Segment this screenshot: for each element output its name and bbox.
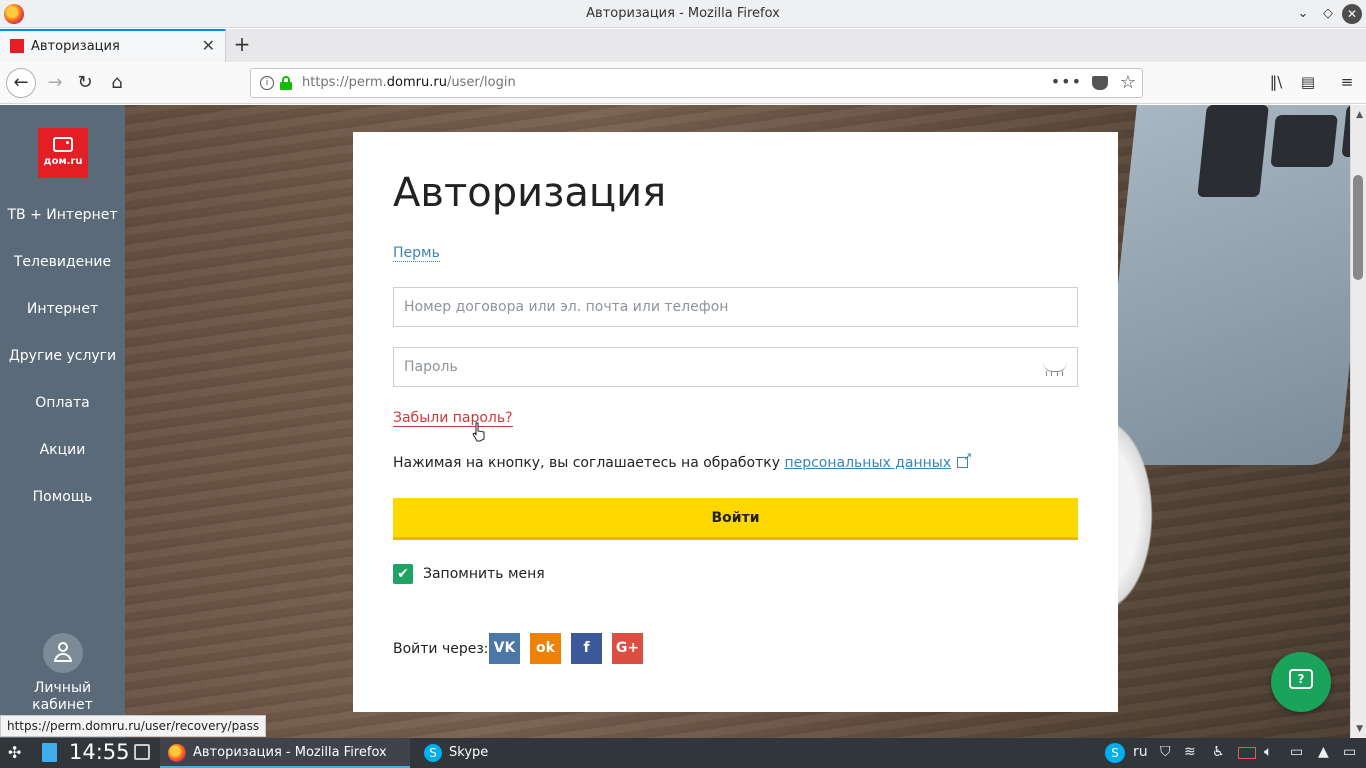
scroll-down-icon[interactable]: ▼ (1356, 724, 1363, 734)
site-sidebar: дом.ru ТВ + Интернет Телевидение Интерне… (0, 105, 125, 738)
sidebar-item-internet[interactable]: Интернет (0, 301, 125, 317)
maximize-icon[interactable]: ◇ (1318, 4, 1338, 24)
odnoklassniki-login-icon[interactable]: ok (530, 633, 561, 664)
url-bar[interactable]: i https://perm.domru.ru/user/login ••• ☆ (250, 68, 1143, 98)
city-selector[interactable]: Пермь (393, 245, 440, 262)
task-firefox[interactable]: Авторизация - Mozilla Firefox (160, 738, 410, 768)
secure-lock-icon[interactable] (280, 76, 292, 90)
hand-cursor-icon (472, 422, 485, 442)
personal-account-link[interactable]: Личный кабинет (0, 680, 125, 714)
file-manager-icon[interactable] (42, 743, 57, 762)
accessibility-icon[interactable]: ♿ (1212, 744, 1225, 760)
minimize-icon[interactable]: ⌄ (1293, 4, 1313, 24)
skype-task-icon: S (424, 744, 442, 762)
page-viewport: дом.ru ТВ + Интернет Телевидение Интерне… (0, 105, 1366, 738)
external-link-icon (957, 450, 972, 468)
sidebar-toggle-icon[interactable]: ▤ (1298, 73, 1318, 93)
remember-me-checkbox[interactable]: ✔ (393, 564, 413, 584)
tab-authorization[interactable]: Авторизация ✕ (0, 29, 226, 62)
wifi-icon[interactable]: ≋ (1184, 744, 1196, 760)
task-skype[interactable]: S Skype (416, 738, 536, 768)
consent-text: Нажимая на кнопку, вы соглашаетесь на об… (393, 450, 972, 471)
sidebar-item-payment[interactable]: Оплата (0, 395, 125, 411)
personal-data-link[interactable]: персональных данных (784, 455, 951, 471)
sidebar-item-promotions[interactable]: Акции (0, 442, 125, 458)
close-window-button[interactable]: ✕ (1342, 4, 1362, 24)
chat-question-icon: ? (1289, 669, 1313, 689)
pager-icon[interactable] (134, 744, 150, 760)
status-link-preview: https://perm.domru.ru/user/recovery/pass (0, 715, 267, 737)
page-actions-icon[interactable]: ••• (1051, 72, 1082, 91)
login-submit-button[interactable]: Войти (393, 498, 1078, 540)
volume-icon[interactable]: 🔈︎ (1264, 744, 1272, 760)
show-desktop-icon[interactable]: ▭ (1343, 744, 1356, 760)
chat-support-button[interactable]: ? (1271, 652, 1331, 712)
tab-bar: Авторизация ✕ + (0, 29, 1366, 62)
page-title: Авторизация (393, 170, 667, 216)
sidebar-item-other-services[interactable]: Другие услуги (0, 348, 125, 364)
keyboard-layout-indicator[interactable]: ru (1133, 744, 1148, 760)
new-tab-button[interactable]: + (232, 32, 252, 56)
screen-recorder-icon[interactable] (1238, 747, 1256, 759)
forward-button[interactable]: → (40, 68, 70, 98)
remember-me-label[interactable]: Запомнить меня (423, 566, 545, 582)
sidebar-item-help[interactable]: Помощь (0, 489, 125, 505)
forgot-password-link[interactable]: Забыли пароль? (393, 410, 513, 427)
skype-tray-icon[interactable]: S (1105, 743, 1125, 763)
window-titlebar: Авторизация - Mozilla Firefox ⌄ ◇ ✕ (0, 0, 1366, 28)
bookmark-star-icon[interactable]: ☆ (1120, 72, 1136, 93)
sidebar-item-television[interactable]: Телевидение (0, 254, 125, 270)
hamburger-menu-icon[interactable]: ≡ (1337, 73, 1357, 93)
facebook-login-icon[interactable]: f (571, 633, 602, 664)
password-field[interactable] (393, 347, 1078, 387)
clock[interactable]: 14:55 (69, 740, 130, 764)
clipboard-icon[interactable]: ▭ (1290, 744, 1303, 760)
application-launcher-icon[interactable]: ✣ (8, 743, 21, 762)
library-icon[interactable]: ‖\ (1266, 73, 1286, 93)
scrollbar-thumb[interactable] (1353, 175, 1363, 280)
firefox-task-icon (168, 744, 186, 762)
back-button[interactable]: ← (6, 68, 36, 98)
login-field[interactable] (393, 287, 1078, 327)
social-login-label: Войти через: (393, 641, 489, 657)
url-text[interactable]: https://perm.domru.ru/user/login (302, 75, 516, 90)
tray-expand-icon[interactable]: ▲ (1318, 744, 1329, 760)
scroll-up-icon[interactable]: ▲ (1356, 110, 1363, 120)
pocket-icon[interactable] (1092, 76, 1108, 90)
sidebar-item-tv-internet[interactable]: ТВ + Интернет (0, 207, 125, 223)
system-taskbar: ✣ 14:55 Авторизация - Mozilla Firefox S … (0, 738, 1366, 768)
password-input[interactable] (394, 348, 1077, 386)
navigation-toolbar: ← → ↻ ⌂ i https://perm.domru.ru/user/log… (0, 62, 1366, 104)
tab-label: Авторизация (31, 39, 120, 54)
site-info-icon[interactable]: i (260, 76, 274, 90)
domru-favicon-icon (10, 39, 24, 53)
window-title: Авторизация - Mozilla Firefox (586, 6, 780, 21)
close-tab-icon[interactable]: ✕ (202, 36, 215, 55)
tv-icon (53, 137, 73, 152)
login-input[interactable] (394, 288, 1077, 326)
user-account-icon[interactable] (43, 633, 83, 673)
page-scrollbar[interactable]: ▲ ▼ (1350, 105, 1366, 738)
login-card: Авторизация Пермь Забыли пароль? Нажимая… (353, 132, 1118, 712)
domru-logo[interactable]: дом.ru (38, 128, 88, 178)
vk-login-icon[interactable]: VK (489, 633, 520, 664)
reload-button[interactable]: ↻ (70, 68, 100, 98)
google-plus-login-icon[interactable]: G+ (612, 633, 643, 664)
security-shield-icon[interactable]: ⛉ (1160, 744, 1171, 760)
home-button[interactable]: ⌂ (102, 68, 132, 98)
